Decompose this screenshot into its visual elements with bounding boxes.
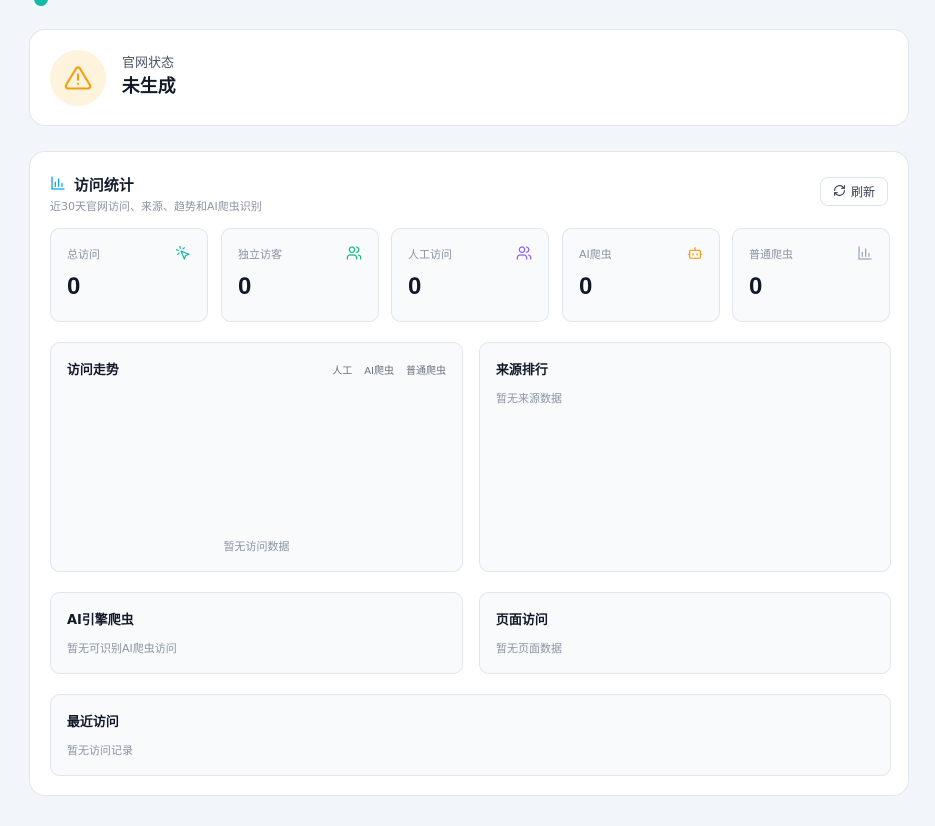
visit-stats-card: 访问统计 近30天官网访问、来源、趋势和AI爬虫识别 刷新 总访问 0 独立访客 <box>29 151 909 796</box>
panel-title: 来源排行 <box>496 363 549 378</box>
page-visits-panel: 页面访问 暂无页面数据 <box>479 592 891 674</box>
refresh-icon <box>833 184 846 200</box>
metric-ai-crawlers: AI爬虫 0 <box>562 228 720 322</box>
panel-title: 访问走势 <box>67 363 120 378</box>
ai-crawler-panel: AI引擎爬虫 暂无可识别AI爬虫访问 <box>50 592 463 674</box>
metric-label: 人工访问 <box>408 248 452 261</box>
panel-title: 页面访问 <box>496 613 549 628</box>
empty-state: 暂无可识别AI爬虫访问 <box>67 642 177 655</box>
stats-title: 访问统计 <box>74 176 135 194</box>
cursor-click-icon <box>175 245 191 261</box>
metric-total-visits: 总访问 0 <box>50 228 208 322</box>
metric-value: 0 <box>749 273 763 300</box>
metric-unique-visitors: 独立访客 0 <box>221 228 379 322</box>
status-label: 官网状态 <box>122 56 175 71</box>
metric-value: 0 <box>579 273 593 300</box>
legend-item-ai-crawler[interactable]: AI爬虫 <box>364 362 394 377</box>
refresh-button[interactable]: 刷新 <box>820 177 888 206</box>
status-value: 未生成 <box>122 76 176 97</box>
warning-icon <box>50 50 106 106</box>
stats-subtitle: 近30天官网访问、来源、趋势和AI爬虫识别 <box>50 200 262 213</box>
trend-legend: 人工 AI爬虫 普通爬虫 <box>332 362 446 377</box>
website-status-card: 官网状态 未生成 <box>29 29 909 126</box>
metric-normal-crawlers: 普通爬虫 0 <box>732 228 890 322</box>
top-indicator-dot <box>34 0 48 6</box>
metric-value: 0 <box>238 273 252 300</box>
users-icon <box>346 245 362 261</box>
empty-state: 暂无访问记录 <box>67 744 133 757</box>
metric-value: 0 <box>67 273 81 300</box>
panel-title: 最近访问 <box>67 715 120 730</box>
metric-value: 0 <box>408 273 422 300</box>
legend-item-normal-crawler[interactable]: 普通爬虫 <box>406 362 446 377</box>
empty-state: 暂无页面数据 <box>496 642 562 655</box>
users-icon <box>516 245 532 261</box>
metric-human-visits: 人工访问 0 <box>391 228 549 322</box>
empty-state: 暂无访问数据 <box>223 540 290 553</box>
metric-label: AI爬虫 <box>579 248 612 261</box>
metric-label: 总访问 <box>67 248 100 261</box>
metric-label: 独立访客 <box>238 248 282 261</box>
bar-chart-icon <box>50 175 66 195</box>
metric-label: 普通爬虫 <box>749 248 793 261</box>
source-ranking-panel: 来源排行 暂无来源数据 <box>479 342 891 572</box>
stats-header: 访问统计 近30天官网访问、来源、趋势和AI爬虫识别 <box>50 174 262 214</box>
panel-title: AI引擎爬虫 <box>67 613 134 628</box>
legend-item-human[interactable]: 人工 <box>332 362 352 377</box>
recent-visits-panel: 最近访问 暂无访问记录 <box>50 694 891 776</box>
visit-trend-panel: 访问走势 人工 AI爬虫 普通爬虫 暂无访问数据 <box>50 342 463 572</box>
bot-icon <box>687 245 703 261</box>
refresh-label: 刷新 <box>850 185 875 199</box>
bar-chart-icon <box>857 245 873 261</box>
empty-state: 暂无来源数据 <box>496 392 562 405</box>
